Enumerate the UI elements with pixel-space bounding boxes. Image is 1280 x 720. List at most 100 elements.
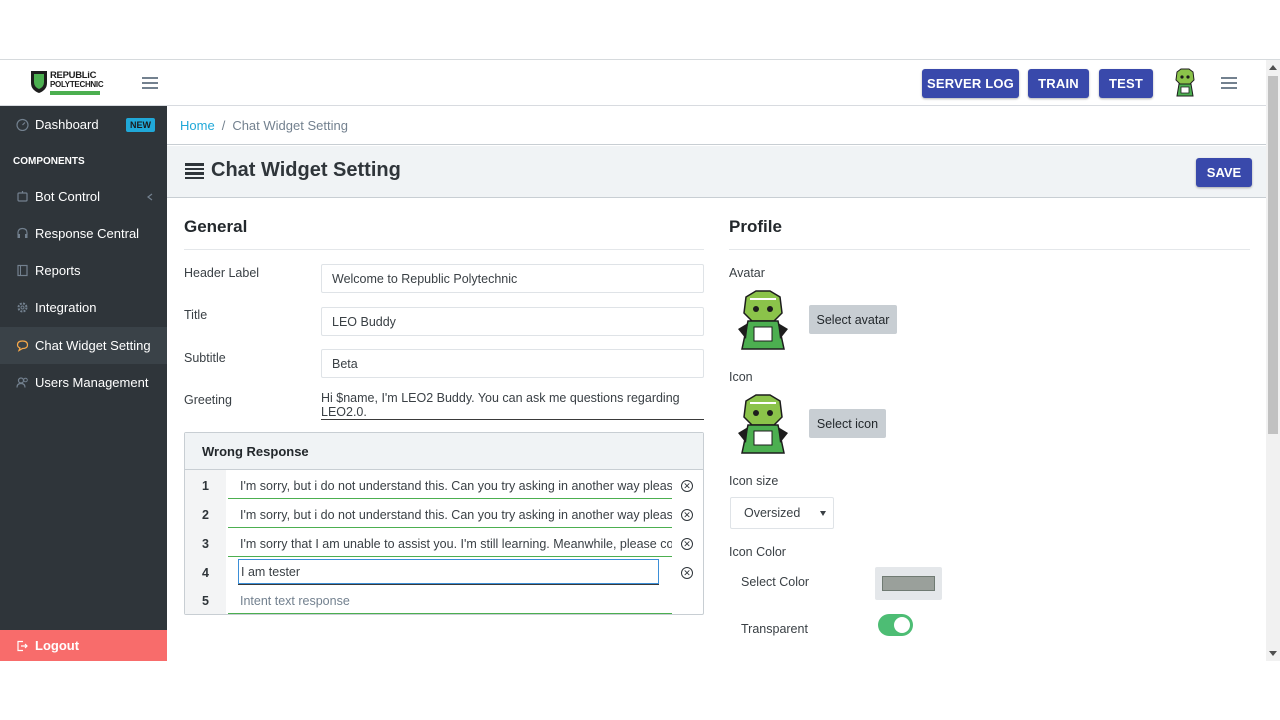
sidebar-item-label: Chat Widget Setting [35,338,151,353]
scroll-thumb[interactable] [1268,76,1278,434]
color-swatch [882,576,935,591]
chevron-down-icon [820,511,826,516]
icon-color-label: Icon Color [729,545,786,559]
scroll-down-arrow-icon[interactable] [1269,651,1277,656]
wrong-response-input[interactable]: I'm sorry, but i do not understand this.… [228,473,672,499]
speedometer-icon [16,118,29,131]
transparent-toggle[interactable] [878,614,913,636]
shield-logo-icon [31,71,47,93]
gear-icon [17,302,28,313]
icon-label: Icon [729,370,753,384]
icon-size-select[interactable]: Oversized [730,497,834,529]
wrong-response-input-active[interactable]: I am tester [238,559,659,584]
scroll-up-arrow-icon[interactable] [1269,65,1277,70]
new-badge: NEW [126,118,155,132]
bot-icon [17,191,28,202]
sidebar-item-reports[interactable]: Reports [0,252,167,289]
sidebar-item-bot-control[interactable]: Bot Control [0,178,167,215]
row-number: 4 [202,565,209,580]
brand-logo[interactable]: REPUBLiC POLYTECHNIC [30,69,104,97]
sidebar-item-label: Reports [35,263,81,278]
sidebar-item-label: Users Management [35,375,149,390]
list-icon [185,163,204,179]
row-number: 1 [202,478,209,493]
avatar-label: Avatar [729,266,765,280]
wrong-response-row: 1 I'm sorry, but i do not understand thi… [185,471,703,500]
sidebar-item-label: Bot Control [35,189,101,204]
row-number: 3 [202,536,209,551]
breadcrumb-home-link[interactable]: Home [180,118,215,133]
chat-icon [16,340,29,352]
top-navbar: REPUBLiC POLYTECHNIC SERVER LOG TRAIN TE… [0,60,1266,106]
divider [184,249,704,250]
icon-size-value: Oversized [744,506,801,520]
sidebar-item-response-central[interactable]: Response Central [0,215,167,252]
card-header: Chat Widget Setting SAVE [167,146,1266,198]
train-button[interactable]: TRAIN [1028,69,1089,98]
row-number: 5 [202,593,209,608]
avatar-image [738,290,788,350]
main-content: Home / Chat Widget Setting Chat Widget S… [167,106,1266,661]
title-label: Title [184,308,208,322]
save-button[interactable]: SAVE [1196,158,1252,187]
wrong-response-input[interactable]: I'm sorry that I am unable to assist you… [228,531,672,557]
clear-icon[interactable]: ✕ [681,567,693,579]
wrong-response-row: 3 I'm sorry that I am unable to assist y… [185,529,703,558]
brand-name: REPUBLiC POLYTECHNIC [50,70,104,89]
logout-button[interactable]: Logout [0,630,167,661]
user-avatar-icon[interactable] [1172,68,1198,98]
clear-icon[interactable]: ✕ [681,480,693,492]
wrong-response-row: 2 I'm sorry, but i do not understand thi… [185,500,703,529]
profile-heading: Profile [729,217,782,236]
toggle-knob [894,617,910,633]
server-log-button[interactable]: SERVER LOG [922,69,1019,98]
browser-bottom-strip [0,661,1280,720]
headset-icon [17,227,28,238]
sidebar-item-users-management[interactable]: Users Management [0,364,167,401]
clear-icon[interactable]: ✕ [681,538,693,550]
wrong-response-card: Wrong Response 1 I'm sorry, but i do not… [184,432,704,615]
breadcrumb: Home / Chat Widget Setting [167,106,1266,145]
title-input[interactable]: LEO Buddy [321,307,704,336]
logout-icon [17,640,28,651]
clear-icon[interactable]: ✕ [681,509,693,521]
wrong-response-row: 4 I am tester ✕ [185,558,703,587]
subtitle-input[interactable]: Beta [321,349,704,378]
aside-menu-toggle-icon[interactable] [1221,77,1237,89]
page-scrollbar[interactable] [1266,60,1280,661]
wrong-response-row: 5 Intent text response [185,586,703,615]
book-icon [17,264,28,277]
users-icon [16,377,28,388]
icon-image [738,394,788,454]
greeting-label: Greeting [184,393,232,407]
select-avatar-button[interactable]: Select avatar [809,305,897,334]
chevron-left-icon [147,193,153,201]
brand-line-2: POLYTECHNIC [50,80,104,89]
brand-line-1: REPUBLiC [50,70,97,81]
breadcrumb-separator: / [221,117,226,133]
row-number: 2 [202,507,209,522]
breadcrumb-current: Chat Widget Setting [232,117,348,133]
brand-bar [50,91,100,95]
icon-size-label: Icon size [729,474,779,488]
wrong-response-input[interactable]: I'm sorry, but i do not understand this.… [228,502,672,528]
general-heading: General [184,217,248,236]
test-button[interactable]: TEST [1099,69,1153,98]
select-icon-button[interactable]: Select icon [809,409,886,438]
transparent-label: Transparent [741,622,808,636]
sidebar-item-label: Response Central [35,226,140,241]
app-window: REPUBLiC POLYTECHNIC SERVER LOG TRAIN TE… [0,60,1280,661]
sidebar-toggle-icon[interactable] [142,77,158,89]
sidebar-item-integration[interactable]: Integration [0,289,167,326]
header-label-input[interactable]: Welcome to Republic Polytechnic [321,264,704,293]
sidebar-item-label: Integration [35,300,97,315]
browser-top-strip [0,0,1280,60]
sidebar-item-dashboard[interactable]: Dashboard NEW [0,106,167,143]
header-label-label: Header Label [184,266,260,280]
new-response-input[interactable]: Intent text response [228,588,672,614]
sidebar-item-chat-widget-setting[interactable]: Chat Widget Setting [0,327,167,364]
greeting-input[interactable]: Hi $name, I'm LEO2 Buddy. You can ask me… [321,391,704,420]
color-picker-button[interactable] [875,567,942,600]
sidebar: Dashboard NEW COMPONENTS Bot Control Res… [0,106,167,661]
wrong-response-heading: Wrong Response [185,433,703,470]
